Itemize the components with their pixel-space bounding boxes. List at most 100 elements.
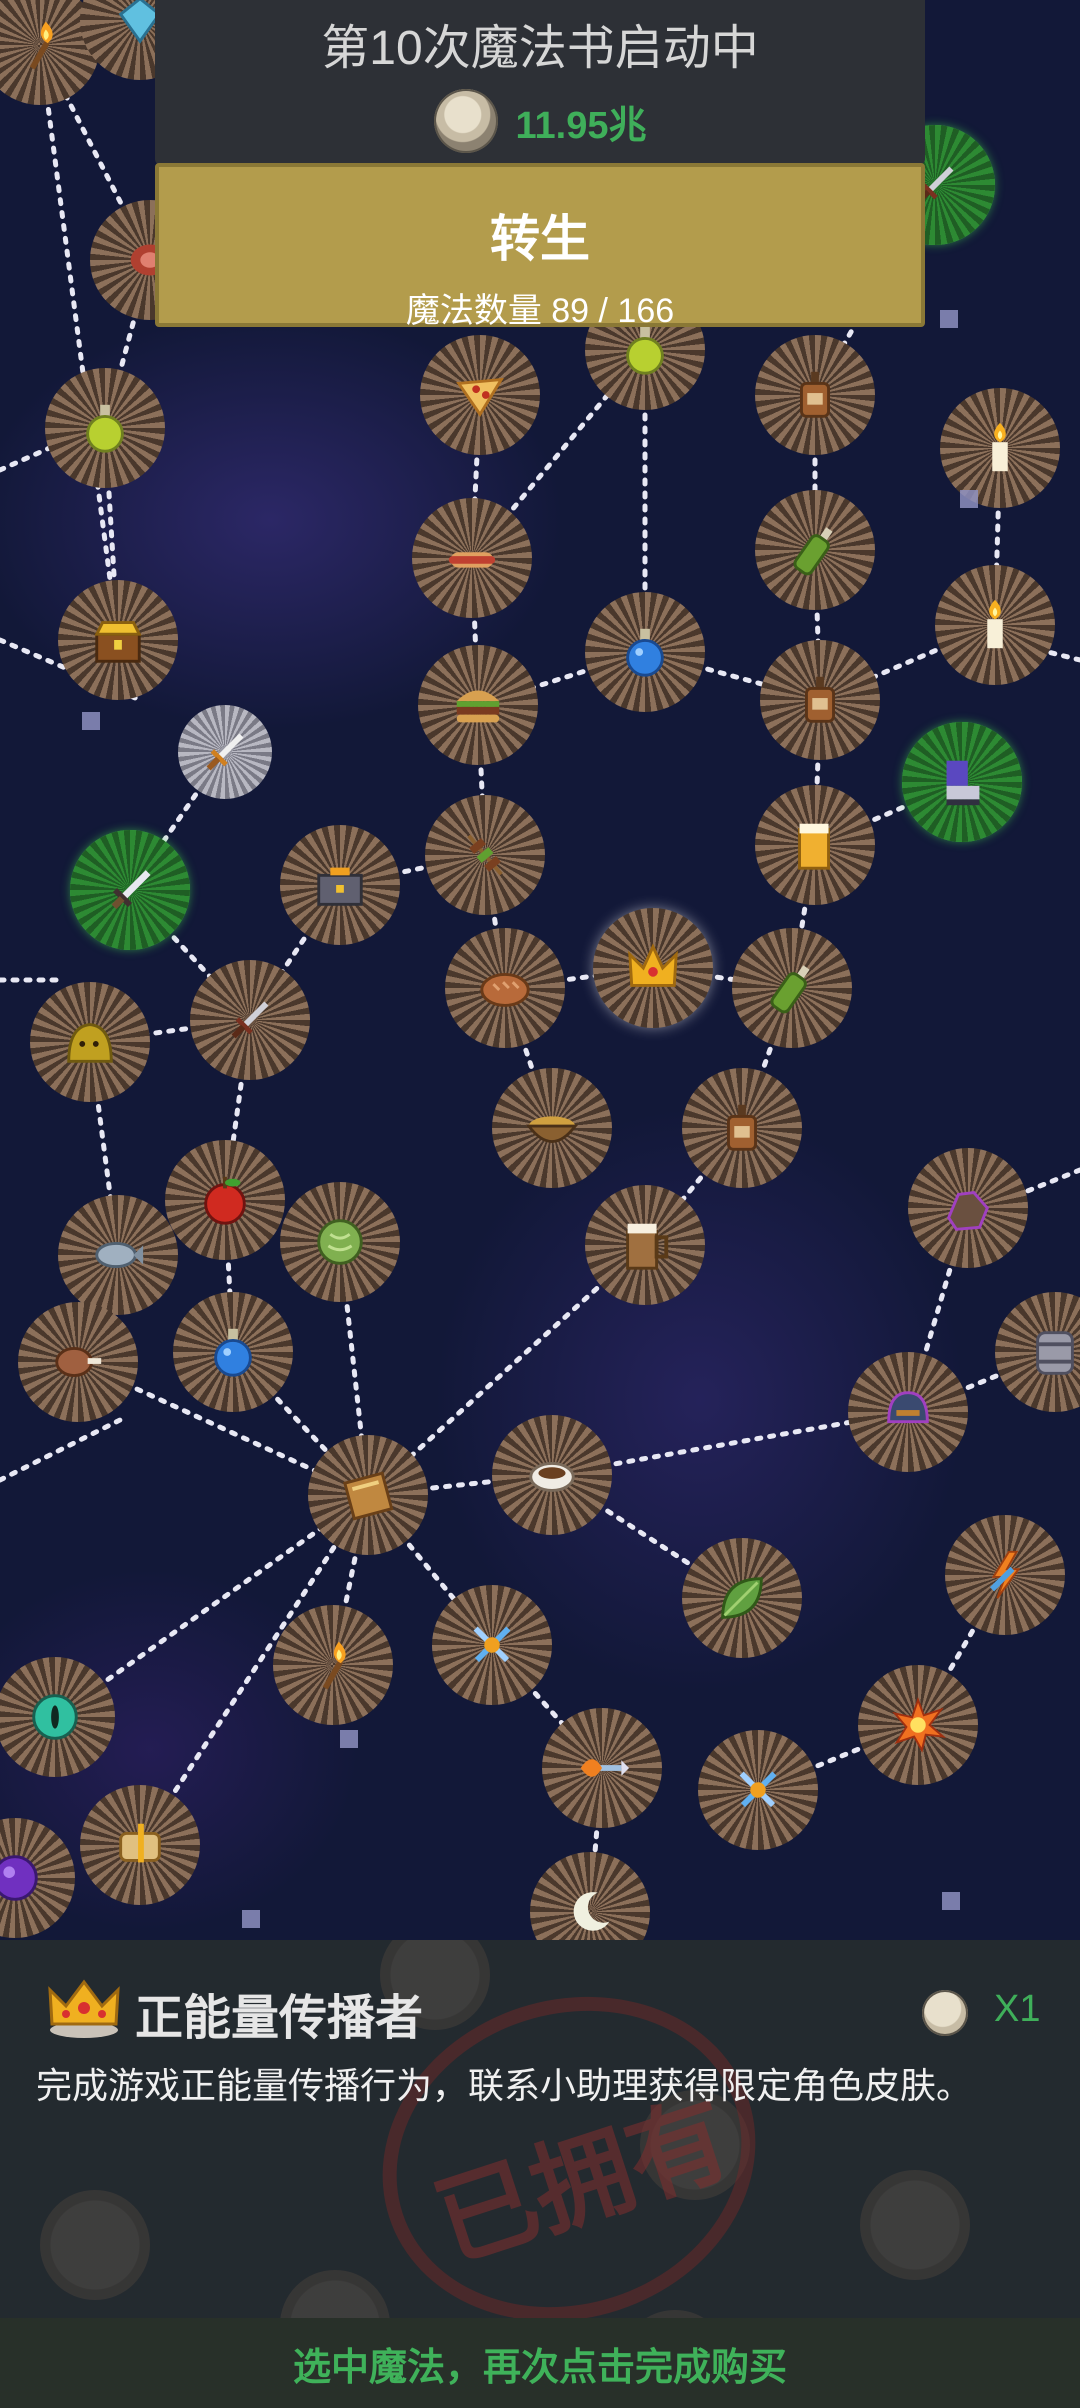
scroll-icon — [111, 1816, 169, 1874]
pizza-icon — [451, 366, 509, 424]
crossed-swords-icon — [729, 1761, 787, 1819]
skill-node[interactable] — [80, 1785, 200, 1905]
skill-node[interactable] — [698, 1730, 818, 1850]
skill-node[interactable] — [58, 1195, 178, 1315]
skill-node[interactable] — [755, 490, 875, 610]
barrel-icon — [1026, 1323, 1080, 1381]
skill-node[interactable] — [935, 565, 1055, 685]
coffee-icon — [523, 1446, 581, 1504]
skill-node[interactable] — [425, 795, 545, 915]
currency-amount: 11.95兆 — [515, 104, 647, 147]
skill-node[interactable] — [585, 1185, 705, 1305]
bottle-icon — [786, 366, 844, 424]
crown-icon — [624, 939, 682, 997]
bread-icon — [476, 959, 534, 1017]
skill-node[interactable] — [178, 705, 272, 799]
star-speck — [960, 490, 978, 508]
skill-node[interactable] — [760, 640, 880, 760]
skill-node[interactable] — [682, 1538, 802, 1658]
spellbook-icon — [339, 1466, 397, 1524]
explosion-icon — [889, 1696, 947, 1754]
rebirth-button[interactable]: 转生 魔法数量 89 / 166 — [155, 163, 925, 330]
skill-node[interactable] — [858, 1665, 978, 1785]
purple-orb-icon — [0, 1849, 44, 1907]
skill-node[interactable] — [940, 388, 1060, 508]
ore-icon — [939, 1179, 997, 1237]
fish-icon — [89, 1226, 147, 1284]
silver-coin-icon — [433, 89, 498, 153]
star-speck — [242, 1910, 260, 1928]
spell-name: 正能量传播者 — [135, 1992, 424, 2045]
skill-node[interactable] — [420, 335, 540, 455]
skill-node[interactable] — [30, 982, 150, 1102]
torch-icon — [304, 1636, 362, 1694]
skill-node[interactable] — [58, 580, 178, 700]
skill-node[interactable] — [585, 592, 705, 712]
skill-node[interactable] — [18, 1302, 138, 1422]
spell-cost: X1 — [994, 1988, 1041, 2030]
skill-node[interactable] — [308, 1435, 428, 1555]
skill-node[interactable] — [908, 1148, 1028, 1268]
skill-node[interactable] — [45, 368, 165, 488]
sword-icon — [101, 861, 159, 919]
spell-detail-panel: 已拥有 正能量传播者 X1 完成游戏正能量传播行为，联系小助理获得限定角色皮肤。 — [0, 1940, 1080, 2318]
helmet-icon — [879, 1383, 937, 1441]
skill-node[interactable] — [70, 830, 190, 950]
currency-row: 11.95兆 — [155, 86, 925, 156]
magic-book-header: 第10次魔法书启动中 11.95兆 — [155, 0, 925, 165]
skill-node[interactable] — [530, 1852, 650, 1940]
skill-node[interactable] — [412, 498, 532, 618]
skill-node[interactable] — [280, 1182, 400, 1302]
skill-node[interactable] — [445, 928, 565, 1048]
skill-node[interactable] — [902, 722, 1022, 842]
bottle-icon — [713, 1099, 771, 1157]
skill-node[interactable] — [190, 960, 310, 1080]
lightning-arrow-icon — [976, 1546, 1034, 1604]
burger-icon — [449, 676, 507, 734]
bottle-icon — [791, 671, 849, 729]
leaf-icon — [713, 1569, 771, 1627]
wine-bottle-icon — [763, 959, 821, 1017]
dagger-icon — [221, 991, 279, 1049]
skill-node[interactable] — [492, 1415, 612, 1535]
magic-book-title: 第10次魔法书启动中 — [321, 22, 759, 75]
skill-node[interactable] — [542, 1708, 662, 1828]
skill-node[interactable] — [848, 1352, 968, 1472]
drumstick-icon — [49, 1333, 107, 1391]
skill-node[interactable] — [418, 645, 538, 765]
beer-mug-icon — [616, 1216, 674, 1274]
short-sword-icon — [196, 723, 254, 781]
toolbox-icon — [311, 856, 369, 914]
skill-node[interactable] — [945, 1515, 1065, 1635]
skill-node[interactable] — [995, 1292, 1080, 1412]
purchase-hint-bar[interactable]: 选中魔法，再次点击完成购买 — [0, 2318, 1080, 2408]
moon-icon — [561, 1883, 619, 1940]
skill-node[interactable] — [492, 1068, 612, 1188]
skill-node[interactable] — [280, 825, 400, 945]
skill-node[interactable] — [0, 1818, 75, 1938]
skill-node[interactable] — [0, 1657, 115, 1777]
skill-node[interactable] — [732, 928, 852, 1048]
skill-node[interactable] — [755, 785, 875, 905]
skill-node[interactable] — [165, 1140, 285, 1260]
skill-node[interactable] — [682, 1068, 802, 1188]
slime-icon — [61, 1013, 119, 1071]
torch-icon — [11, 16, 69, 74]
candle-icon — [971, 419, 1029, 477]
kebab-icon — [456, 826, 514, 884]
star-speck — [82, 712, 100, 730]
eye-orb-icon — [26, 1688, 84, 1746]
skill-link — [37, 42, 121, 643]
skill-node[interactable] — [755, 335, 875, 455]
cabbage-icon — [311, 1213, 369, 1271]
skill-node[interactable] — [432, 1585, 552, 1705]
apple-icon — [196, 1171, 254, 1229]
green-potion-icon — [76, 399, 134, 457]
skill-node[interactable] — [593, 908, 713, 1028]
wine-bottle-icon — [786, 521, 844, 579]
silver-coin-icon — [922, 1990, 968, 2036]
skill-node[interactable] — [173, 1292, 293, 1412]
star-speck — [942, 1892, 960, 1910]
skill-node[interactable] — [273, 1605, 393, 1725]
beer-icon — [786, 816, 844, 874]
